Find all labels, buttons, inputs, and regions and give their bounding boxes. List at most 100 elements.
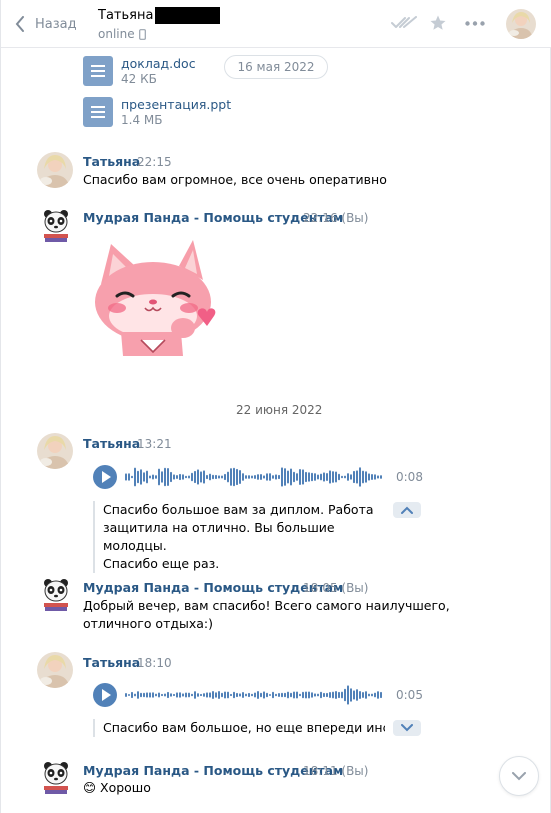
- waveform-bar: [266, 692, 268, 698]
- transcript-line: Спасибо вам большое, но еще впереди инст…: [103, 720, 385, 735]
- waveform-bar: [341, 475, 343, 479]
- more-icon[interactable]: [465, 21, 485, 26]
- message-author[interactable]: Татьяна: [83, 655, 140, 670]
- waveform-bar: [167, 467, 169, 487]
- voice-waveform[interactable]: [125, 466, 387, 488]
- star-icon[interactable]: [429, 14, 447, 32]
- waveform-bar: [281, 467, 283, 487]
- waveform-bar: [224, 473, 226, 481]
- waveform-bar: [284, 692, 286, 698]
- waveform-bar: [128, 693, 130, 697]
- waveform-bar: [137, 470, 139, 484]
- waveform-bar: [215, 692, 217, 698]
- avatar[interactable]: [37, 652, 73, 688]
- document-size: 1.4 МБ: [121, 113, 163, 127]
- waveform-bar: [302, 469, 304, 485]
- collapse-transcript-button[interactable]: [393, 502, 421, 518]
- expand-transcript-button[interactable]: [393, 720, 421, 736]
- message-time: 13:21: [137, 437, 172, 451]
- waveform-bar: [350, 474, 352, 480]
- waveform-bar: [281, 692, 283, 698]
- peer-avatar[interactable]: [506, 9, 536, 39]
- waveform-bar: [182, 693, 184, 697]
- peer-info[interactable]: Татьяна online: [98, 7, 221, 41]
- waveform-bar: [257, 691, 259, 699]
- waveform-bar: [311, 472, 313, 482]
- double-check-icon[interactable]: [391, 16, 417, 30]
- waveform-bar: [215, 474, 217, 480]
- scroll-down-button[interactable]: [499, 756, 539, 796]
- panda-avatar[interactable]: [41, 760, 71, 796]
- waveform-bar: [155, 475, 157, 479]
- waveform-bar: [185, 475, 187, 479]
- waveform-bar: [359, 467, 361, 487]
- back-chevron-icon: [15, 16, 24, 32]
- chevron-up-icon: [401, 506, 413, 514]
- waveform-bar: [245, 693, 247, 697]
- waveform-bar: [317, 693, 319, 697]
- waveform-bar: [200, 471, 202, 483]
- waveform-bar: [332, 691, 334, 699]
- waveform-bar: [350, 688, 352, 702]
- waveform-bar: [239, 693, 241, 697]
- waveform-bar: [353, 690, 355, 700]
- voice-transcript: Спасибо вам большое, но еще впереди инст…: [93, 719, 385, 737]
- document-name[interactable]: доклад.doc: [121, 56, 196, 71]
- waveform-bar: [347, 685, 349, 705]
- panda-avatar[interactable]: [41, 208, 71, 244]
- mobile-icon: [138, 28, 146, 40]
- waveform-bar: [272, 475, 274, 479]
- document-name[interactable]: презентация.ppt: [121, 97, 231, 112]
- message-text: Хорошо: [100, 780, 151, 795]
- back-button[interactable]: Назад: [15, 13, 77, 35]
- play-button[interactable]: [93, 465, 117, 489]
- waveform-bar: [209, 692, 211, 698]
- waveform-bar: [158, 468, 160, 486]
- peer-name: Татьяна: [98, 8, 154, 23]
- waveform-bar: [377, 475, 379, 479]
- play-button[interactable]: [93, 683, 117, 707]
- waveform-bar: [254, 474, 256, 480]
- cat-sticker[interactable]: [87, 236, 219, 360]
- waveform-bar: [323, 692, 325, 698]
- document-attachment[interactable]: доклад.doc 42 КБ: [83, 56, 196, 87]
- waveform-bar: [251, 693, 253, 697]
- waveform-bar: [185, 692, 187, 698]
- waveform-bar: [164, 693, 166, 697]
- voice-duration: 0:05: [396, 688, 423, 702]
- message-text-line: отличного отдыха:): [83, 616, 214, 631]
- waveform-bar: [347, 473, 349, 481]
- waveform-bar: [269, 693, 271, 697]
- redacted-surname: [155, 7, 221, 24]
- waveform-bar: [155, 693, 157, 697]
- message-time: 22:16 (Вы): [303, 211, 369, 225]
- waveform-bar: [323, 472, 325, 482]
- message-author[interactable]: Татьяна: [83, 436, 140, 451]
- waveform-bar: [302, 691, 304, 699]
- waveform-bar: [356, 470, 358, 484]
- voice-transcript: Спасибо большое вам за диплом. Работа за…: [93, 501, 385, 573]
- waveform-bar: [290, 692, 292, 698]
- voice-waveform[interactable]: [125, 684, 387, 706]
- waveform-bar: [254, 692, 256, 698]
- waveform-bar: [149, 692, 151, 698]
- waveform-bar: [134, 467, 136, 487]
- waveform-bar: [179, 692, 181, 698]
- waveform-bar: [170, 693, 172, 697]
- waveform-bar: [365, 691, 367, 699]
- waveform-bar: [332, 471, 334, 483]
- avatar[interactable]: [37, 433, 73, 469]
- waveform-bar: [335, 471, 337, 483]
- avatar[interactable]: [37, 152, 73, 188]
- waveform-bar: [368, 473, 370, 481]
- waveform-bar: [131, 475, 133, 479]
- waveform-bar: [374, 474, 376, 480]
- back-label: Назад: [35, 16, 77, 32]
- waveform-bar: [227, 471, 229, 483]
- waveform-bar: [290, 468, 292, 486]
- panda-avatar[interactable]: [41, 577, 71, 613]
- message-author[interactable]: Татьяна: [83, 154, 140, 169]
- waveform-bar: [170, 471, 172, 483]
- waveform-bar: [206, 474, 208, 480]
- document-attachment[interactable]: презентация.ppt 1.4 МБ: [83, 97, 231, 128]
